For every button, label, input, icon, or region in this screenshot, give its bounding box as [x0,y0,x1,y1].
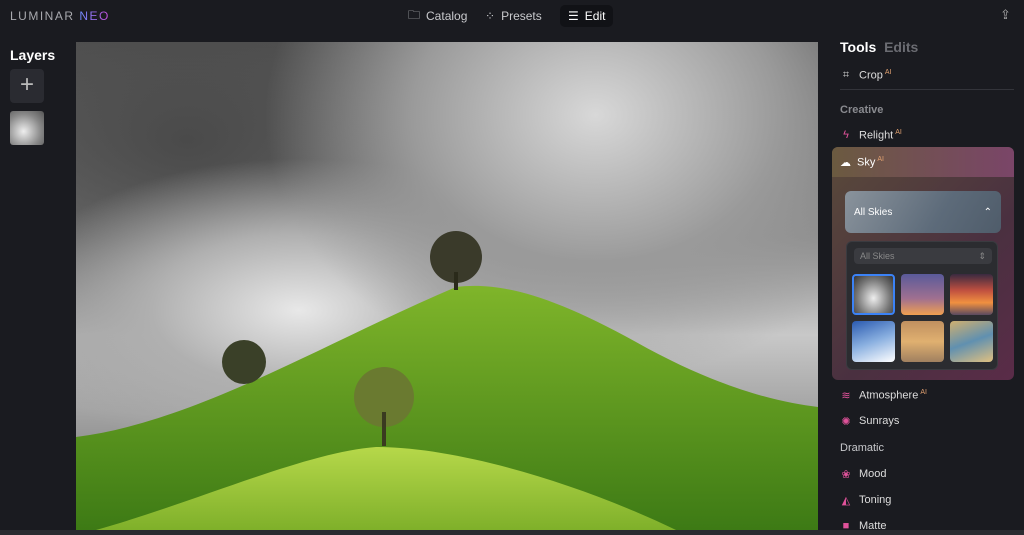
tool-label: Toning [859,494,892,506]
atmosphere-icon: ≋ [841,389,851,402]
magic-wand-icon: ⁘ [485,9,496,23]
divider [840,89,1014,90]
sliders-icon: ☰ [568,9,579,23]
folder-icon: 🗀 [408,7,421,22]
photo-canvas[interactable] [76,42,818,530]
tool-crop[interactable]: ⌗ Crop AI [840,68,892,82]
layers-title: Layers [10,47,56,63]
nav-label: Presets [501,9,542,23]
nav-edit[interactable]: ☰ Edit [560,5,614,27]
tool-sunrays[interactable]: ✺ Sunrays [840,415,900,428]
sky-category-select[interactable]: All Skies ⇕ [854,248,992,264]
tool-atmosphere[interactable]: ≋ Atmosphere AI [840,389,927,402]
bottom-bar [0,530,1024,535]
layer-thumbnail[interactable] [10,111,44,145]
add-layer-button[interactable]: + [10,69,44,103]
paint-bucket-icon: ◭ [841,494,851,507]
tool-label: Relight AI [859,129,902,142]
tool-label: Crop AI [859,69,892,82]
landscape-image [76,231,818,530]
section-creative: Creative [840,104,884,116]
share-icon[interactable]: ⇪ [1000,7,1011,23]
tool-toning[interactable]: ◭ Toning [840,494,892,507]
nav-catalog[interactable]: 🗀 Catalog [400,5,475,27]
sky-thumb-5[interactable] [901,321,944,362]
tool-label: Atmosphere AI [859,389,927,402]
dropdown-value: All Skies [854,206,893,218]
sky-thumb-1[interactable] [852,274,895,315]
tool-relight[interactable]: ϟ Relight AI [840,129,902,142]
select-value: All Skies [860,251,895,261]
tab-edits[interactable]: Edits [884,39,918,55]
sky-picker-popover: All Skies ⇕ [846,241,998,370]
sunrays-icon: ✺ [841,415,851,428]
updown-icon: ⇕ [978,251,986,261]
tool-mood[interactable]: ❀ Mood [840,468,887,481]
tool-label: Mood [859,468,887,480]
sky-thumb-4[interactable] [852,321,895,362]
tool-label: Sky AI [857,155,884,169]
cloud-icon: ☁ [840,156,851,169]
tool-sky-header[interactable]: ☁ Sky AI [832,147,1014,177]
tab-tools[interactable]: Tools [840,39,876,55]
mood-icon: ❀ [841,468,851,481]
panel-tabs: Tools Edits [840,39,918,55]
tool-label: Sunrays [859,415,900,427]
chevron-up-icon: ⌃ [983,206,992,218]
relight-icon: ϟ [843,129,849,142]
sky-thumb-2[interactable] [901,274,944,315]
crop-icon: ⌗ [842,68,850,81]
nav-label: Catalog [426,9,468,23]
sky-thumb-3[interactable] [950,274,993,315]
sky-thumb-6[interactable] [950,321,993,362]
nav-label: Edit [584,9,606,23]
app-logo: LUMINAR NEO [10,9,110,23]
sky-selection-dropdown[interactable]: All Skies ⌃ [845,191,1001,233]
nav-presets[interactable]: ⁘ Presets [477,5,550,27]
section-dramatic: Dramatic [840,442,885,454]
